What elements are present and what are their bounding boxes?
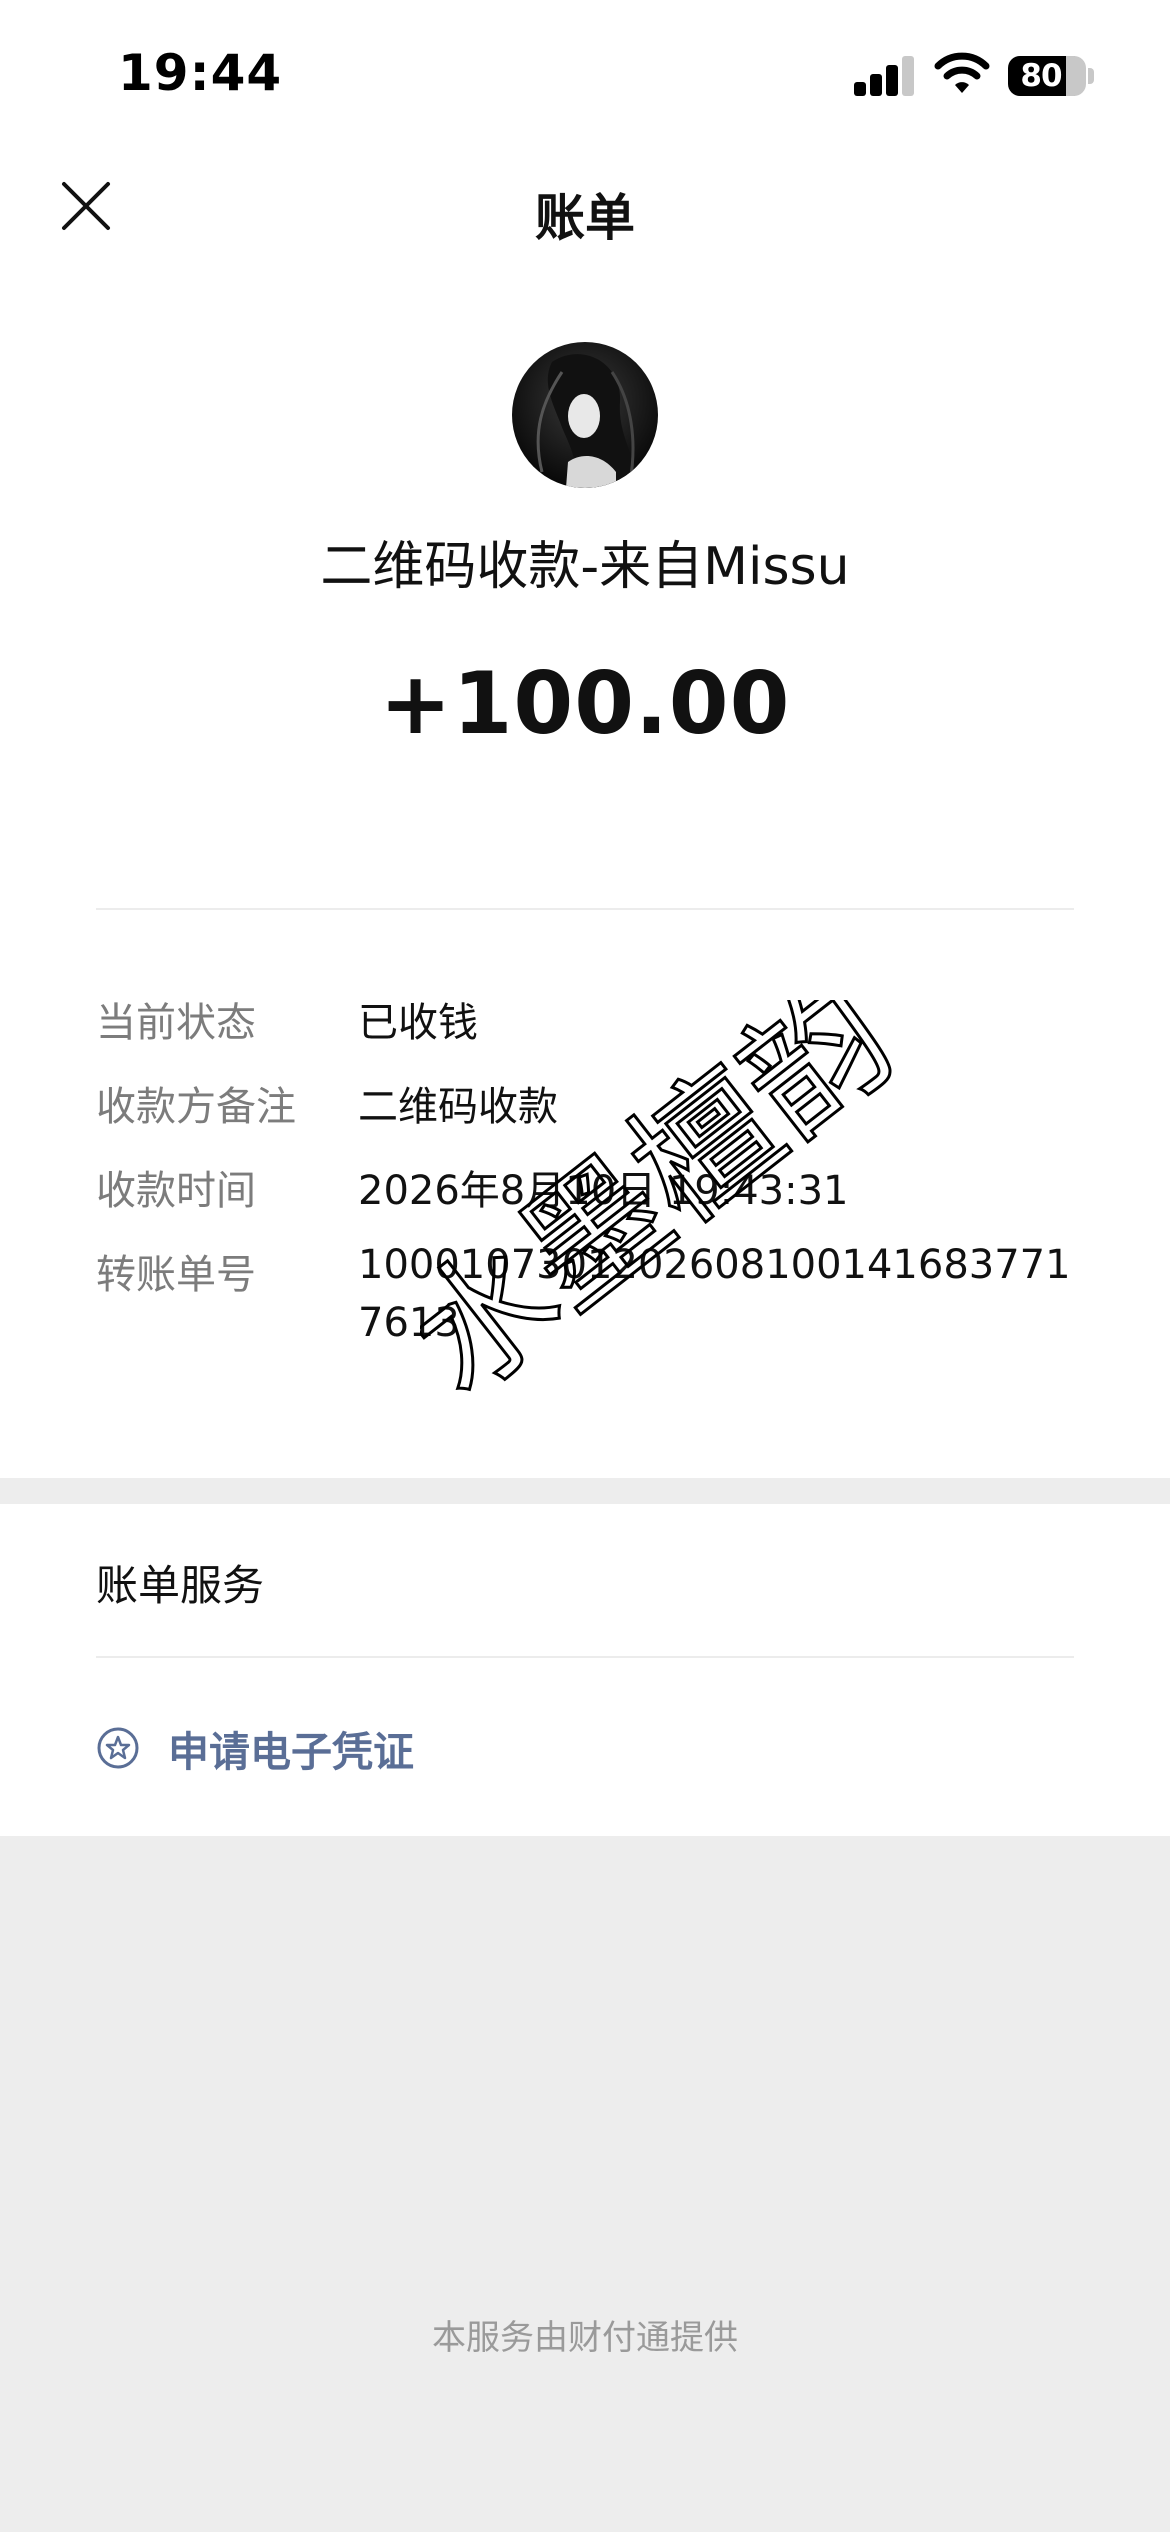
amount: +100.00 <box>379 654 791 754</box>
battery-level: 80 <box>1020 58 1062 94</box>
payer-title: 二维码收款-来自Missu <box>320 537 850 597</box>
footer-provider: 本服务由财付通提供 <box>432 2318 738 2358</box>
avatar <box>512 342 658 488</box>
battery-cap <box>1088 68 1094 84</box>
status-time: 19:44 <box>118 44 283 102</box>
service-divider <box>96 1656 1074 1658</box>
detail-value-transfer-no: 10001073012026081001416837717613 <box>358 1242 1071 1346</box>
apply-voucher-link[interactable]: 申请电子凭证 <box>96 1716 696 1780</box>
battery-empty-part <box>1066 56 1086 96</box>
detail-label-time: 收款时间 <box>96 1168 256 1214</box>
detail-label-status: 当前状态 <box>96 1000 256 1046</box>
detail-label-transfer-no: 转账单号 <box>96 1252 256 1298</box>
page-title: 账单 <box>535 189 635 247</box>
star-circle-icon <box>97 1727 139 1769</box>
detail-value-status: 已收钱 <box>358 1000 478 1046</box>
detail-value-time: 2026年8月10日 19:43:31 <box>358 1168 849 1214</box>
service-title: 账单服务 <box>96 1561 265 1610</box>
signal-icon <box>854 56 916 96</box>
detail-label-remark: 收款方备注 <box>96 1084 296 1130</box>
detail-value-remark: 二维码收款 <box>358 1084 558 1130</box>
wifi-icon <box>934 52 990 93</box>
apply-voucher-label: 申请电子凭证 <box>168 1728 414 1776</box>
divider <box>96 908 1074 910</box>
